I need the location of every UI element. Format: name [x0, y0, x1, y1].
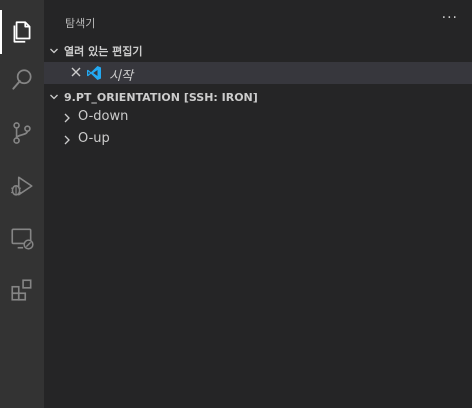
extensions-button[interactable] [0, 268, 44, 312]
remote-explorer-button[interactable] [0, 216, 44, 260]
sidebar-header: 탐색기 ··· [44, 0, 472, 35]
open-editor-item[interactable]: 시작 [44, 62, 472, 84]
files-icon [13, 21, 31, 43]
tree-item-label: O-down [78, 109, 129, 124]
more-actions-button[interactable]: ··· [442, 10, 458, 26]
extensions-icon [11, 279, 32, 301]
chevron-right-icon [64, 113, 70, 123]
close-icon[interactable] [70, 66, 82, 78]
source-control-icon [13, 122, 31, 144]
remote-explorer-icon [11, 228, 34, 250]
source-control-button[interactable] [0, 111, 44, 155]
activity-bar [0, 0, 44, 408]
search-button[interactable] [0, 58, 44, 102]
explorer-button[interactable] [0, 10, 44, 54]
tree-item-folder[interactable]: O-down [44, 107, 472, 129]
vscode-icon [87, 66, 101, 80]
folder-label: 9.PT_ORIENTATION [SSH: IRON] [64, 90, 258, 104]
chevron-down-icon [44, 46, 64, 56]
open-editors-section-header[interactable]: 열려 있는 편집기 [44, 40, 472, 62]
open-editors-label: 열려 있는 편집기 [64, 45, 143, 58]
chevron-right-icon [64, 135, 70, 145]
explorer-sidebar: 탐색기 ··· 열려 있는 편집기 시작 9.PT_ORIENTATION [S… [44, 0, 472, 408]
run-debug-icon [11, 176, 33, 196]
search-icon [12, 69, 32, 90]
folder-section-header[interactable]: 9.PT_ORIENTATION [SSH: IRON] [44, 86, 472, 108]
open-editor-name: 시작 [109, 69, 133, 84]
tree-item-folder[interactable]: O-up [44, 129, 472, 151]
sidebar-title: 탐색기 [65, 17, 96, 30]
tree-item-label: O-up [78, 131, 110, 146]
run-debug-button[interactable] [0, 164, 44, 208]
chevron-down-icon [44, 92, 64, 102]
